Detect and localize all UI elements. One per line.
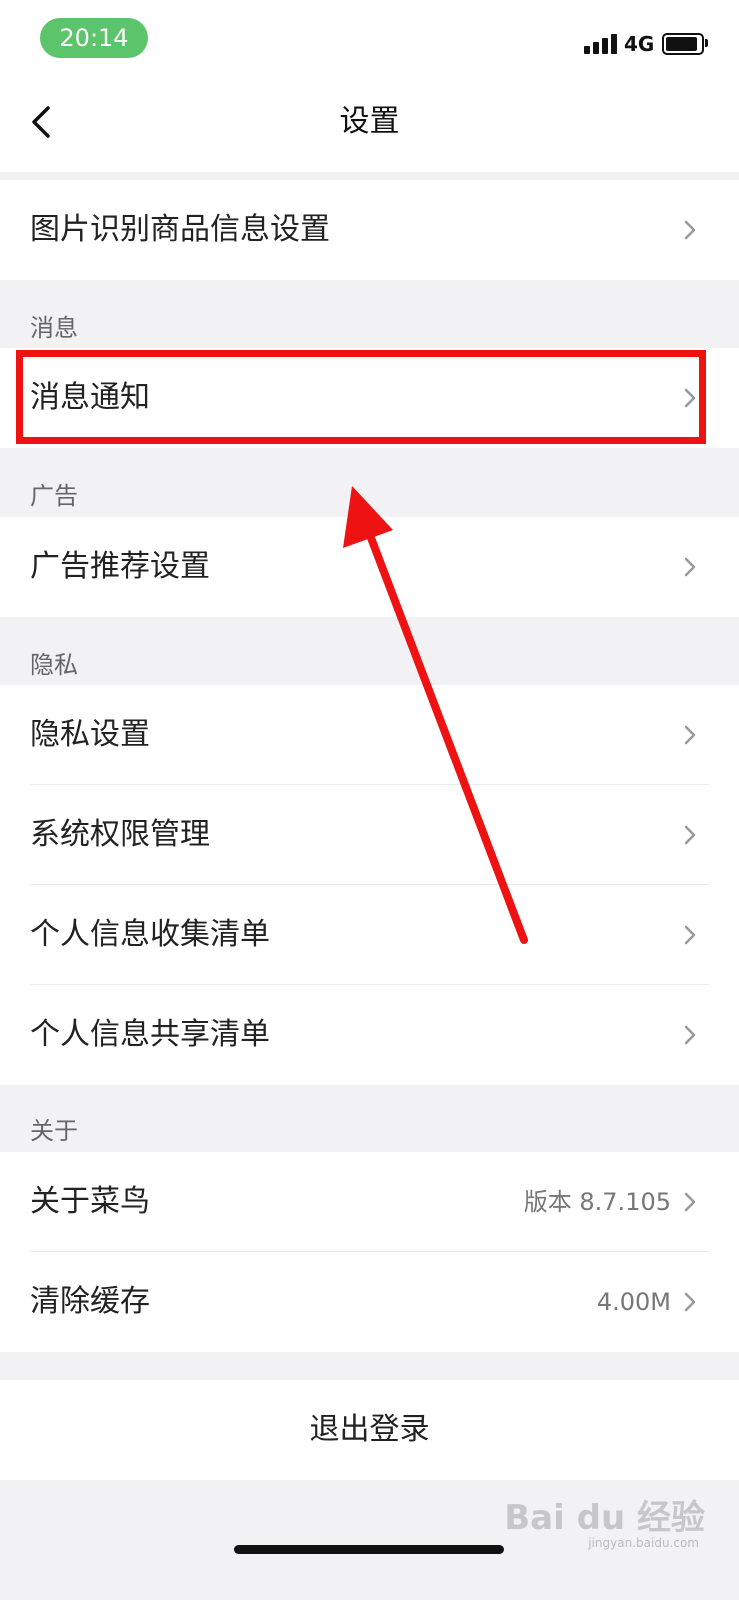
- row-label: 清除缓存: [30, 1284, 150, 1319]
- settings-row-privacy[interactable]: 隐私设置: [0, 685, 739, 785]
- settings-row-about[interactable]: 关于菜鸟 版本 8.7.105: [0, 1152, 739, 1252]
- status-time: 20:14: [40, 18, 148, 58]
- battery-icon: [662, 33, 704, 55]
- row-label: 系统权限管理: [30, 817, 210, 852]
- chevron-right-icon: [684, 925, 696, 945]
- settings-row-message-notification[interactable]: 消息通知: [0, 348, 739, 448]
- battery-tip: [705, 39, 708, 47]
- section-header-message: 消息: [30, 314, 78, 342]
- chevron-right-icon: [684, 557, 696, 577]
- settings-row-info-sharing-list[interactable]: 个人信息共享清单: [0, 985, 739, 1085]
- group-ads: 广告推荐设置: [0, 517, 739, 617]
- section-header-ads: 广告: [30, 482, 78, 510]
- chevron-right-icon: [684, 725, 696, 745]
- page-title: 设置: [339, 104, 400, 139]
- watermark-logo: Bai du 经验: [504, 1498, 705, 1538]
- row-label: 隐私设置: [30, 717, 150, 752]
- section-header-about: 关于: [30, 1117, 78, 1145]
- group-about: 关于菜鸟 版本 8.7.105 清除缓存 4.00M: [0, 1152, 739, 1352]
- chevron-right-icon: [684, 1192, 696, 1212]
- row-label: 广告推荐设置: [30, 549, 210, 584]
- status-bar: 20:14 4G: [0, 0, 739, 80]
- row-label: 关于菜鸟: [30, 1184, 150, 1219]
- network-label: 4G: [624, 32, 655, 56]
- row-label: 消息通知: [30, 380, 150, 415]
- cache-size-value: 4.00M: [596, 1288, 671, 1316]
- watermark-url: jingyan.baidu.com: [588, 1536, 699, 1550]
- chevron-right-icon: [684, 388, 696, 408]
- group-message: 消息通知: [0, 348, 739, 448]
- chevron-right-icon: [684, 1292, 696, 1312]
- chevron-right-icon: [684, 825, 696, 845]
- logout-button[interactable]: 退出登录: [0, 1380, 739, 1480]
- settings-row-info-collection-list[interactable]: 个人信息收集清单: [0, 885, 739, 985]
- row-label: 个人信息共享清单: [30, 1017, 270, 1052]
- row-label: 图片识别商品信息设置: [30, 212, 330, 247]
- settings-row-ad-recommendation[interactable]: 广告推荐设置: [0, 517, 739, 617]
- settings-row-clear-cache[interactable]: 清除缓存 4.00M: [0, 1252, 739, 1352]
- settings-row-system-permissions[interactable]: 系统权限管理: [0, 785, 739, 885]
- group-privacy: 隐私设置 系统权限管理 个人信息收集清单 个人信息共享清单: [0, 685, 739, 1085]
- chevron-right-icon: [684, 220, 696, 240]
- row-label: 个人信息收集清单: [30, 917, 270, 952]
- group-top: 图片识别商品信息设置: [0, 180, 739, 280]
- section-header-privacy: 隐私: [30, 651, 78, 679]
- home-indicator[interactable]: [234, 1545, 504, 1554]
- version-value: 版本 8.7.105: [523, 1188, 671, 1216]
- chevron-right-icon: [684, 1025, 696, 1045]
- signal-icon: [584, 32, 620, 54]
- settings-row-image-recognition[interactable]: 图片识别商品信息设置: [0, 180, 739, 280]
